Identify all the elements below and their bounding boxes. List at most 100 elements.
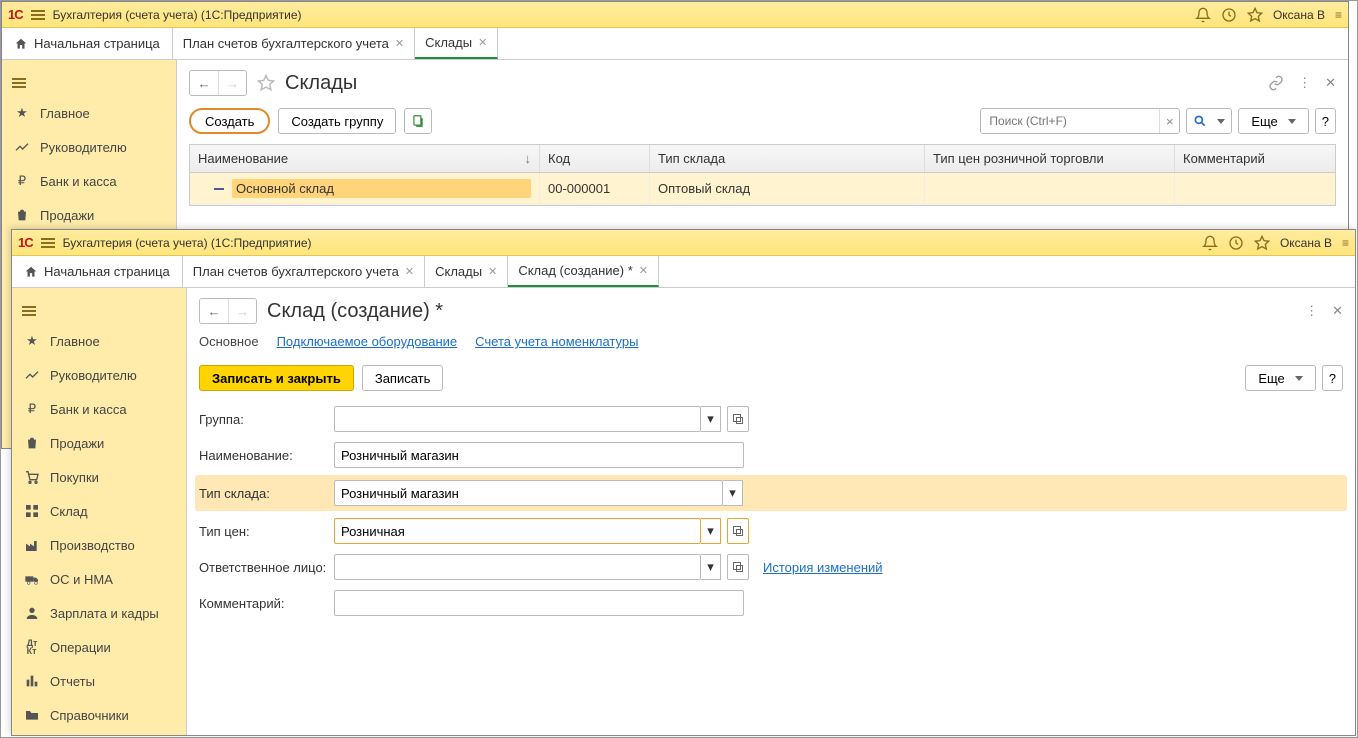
comment-field[interactable] bbox=[334, 590, 744, 616]
grid-header-price-type[interactable]: Тип цен розничной торговли bbox=[925, 145, 1175, 172]
open-icon[interactable] bbox=[727, 518, 749, 544]
sidebar-item-sales[interactable]: Продажи bbox=[2, 198, 176, 232]
create-button[interactable]: Создать bbox=[189, 108, 270, 134]
kebab-icon[interactable]: ⋮ bbox=[1305, 303, 1318, 319]
sidebar-item-salary[interactable]: Зарплата и кадры bbox=[12, 596, 186, 630]
tab-warehouses[interactable]: Склады ✕ bbox=[415, 28, 498, 59]
link-icon[interactable] bbox=[1268, 75, 1284, 91]
search-input-wrap: × bbox=[980, 108, 1180, 134]
tab-chart-of-accounts[interactable]: План счетов бухгалтерского учета✕ bbox=[183, 256, 425, 287]
field-label: Группа: bbox=[199, 412, 334, 427]
sidebar-item-main[interactable]: ★Главное bbox=[12, 324, 186, 358]
ruble-icon: ₽ bbox=[14, 173, 30, 189]
grid-header-comment[interactable]: Комментарий bbox=[1175, 145, 1335, 172]
open-icon[interactable] bbox=[727, 406, 749, 432]
form: Группа: ▾ Наименование: Тип склада: bbox=[187, 401, 1355, 621]
close-icon[interactable]: ✕ bbox=[395, 37, 404, 50]
hamburger-icon[interactable] bbox=[41, 238, 55, 248]
sidebar-item-bank[interactable]: ₽Банк и касса bbox=[2, 164, 176, 198]
close-icon[interactable]: ✕ bbox=[639, 264, 648, 277]
forward-button[interactable]: → bbox=[218, 71, 246, 95]
group-field[interactable] bbox=[334, 406, 701, 432]
hamburger-icon[interactable] bbox=[31, 10, 45, 20]
history-icon[interactable] bbox=[1221, 7, 1237, 23]
grid-header-code[interactable]: Код bbox=[540, 145, 650, 172]
more-button[interactable]: Еще bbox=[1245, 365, 1315, 391]
sidebar: ★Главное Руководителю ₽Банк и касса Прод… bbox=[12, 288, 187, 735]
menu-bars-icon[interactable]: ≡ bbox=[1342, 236, 1349, 250]
dropdown-icon[interactable]: ▾ bbox=[701, 554, 721, 580]
create-group-button[interactable]: Создать группу bbox=[278, 108, 396, 134]
grid-row[interactable]: Основной склад 00-000001 Оптовый склад bbox=[190, 173, 1335, 205]
close-icon[interactable]: ✕ bbox=[478, 36, 487, 49]
responsible-field[interactable] bbox=[334, 554, 701, 580]
close-icon[interactable]: ✕ bbox=[488, 265, 497, 278]
tab-warehouse-create[interactable]: Склад (создание) *✕ bbox=[508, 256, 659, 287]
sidebar-item-operations[interactable]: ДтКтОперации bbox=[12, 630, 186, 664]
forward-button[interactable]: → bbox=[228, 299, 256, 323]
refresh-button[interactable] bbox=[404, 108, 432, 134]
sidebar-item-purchases[interactable]: Покупки bbox=[12, 460, 186, 494]
star-icon[interactable] bbox=[1254, 235, 1270, 251]
back-button[interactable]: ← bbox=[200, 299, 228, 323]
close-icon[interactable]: ✕ bbox=[1332, 303, 1343, 319]
dropdown-icon[interactable]: ▾ bbox=[701, 406, 721, 432]
dropdown-icon[interactable]: ▾ bbox=[701, 518, 721, 544]
grid-header-type[interactable]: Тип склада bbox=[650, 145, 925, 172]
truck-icon bbox=[24, 571, 40, 587]
user-name[interactable]: Оксана В bbox=[1280, 236, 1332, 250]
sidebar-item-bank[interactable]: ₽Банк и касса bbox=[12, 392, 186, 426]
close-icon[interactable]: ✕ bbox=[405, 265, 414, 278]
favorite-star-icon[interactable] bbox=[257, 74, 275, 92]
clear-search-icon[interactable]: × bbox=[1159, 109, 1179, 133]
save-close-button[interactable]: Записать и закрыть bbox=[199, 365, 354, 391]
sub-tab-equipment[interactable]: Подключаемое оборудование bbox=[277, 334, 458, 349]
more-button[interactable]: Еще bbox=[1238, 108, 1308, 134]
dropdown-icon[interactable]: ▾ bbox=[723, 480, 743, 506]
help-button[interactable]: ? bbox=[1322, 365, 1343, 391]
help-button[interactable]: ? bbox=[1315, 108, 1336, 134]
history-icon[interactable] bbox=[1228, 235, 1244, 251]
sidebar-item-dictionaries[interactable]: Справочники bbox=[12, 698, 186, 732]
tab-home[interactable]: Начальная страница bbox=[2, 28, 173, 59]
sub-tab-accounts[interactable]: Счета учета номенклатуры bbox=[475, 334, 638, 349]
save-button[interactable]: Записать bbox=[362, 365, 444, 391]
sidebar-item-manager[interactable]: Руководителю bbox=[12, 358, 186, 392]
name-field[interactable] bbox=[334, 442, 744, 468]
price-type-field[interactable] bbox=[334, 518, 701, 544]
sidebar-item-label: Продажи bbox=[50, 436, 104, 451]
sidebar-item-main[interactable]: ★Главное bbox=[2, 96, 176, 130]
search-input[interactable] bbox=[981, 114, 1159, 128]
collapse-icon[interactable] bbox=[214, 188, 224, 190]
sidebar-item-manager[interactable]: Руководителю bbox=[2, 130, 176, 164]
sub-tab-main[interactable]: Основное bbox=[199, 334, 259, 349]
kebab-icon[interactable]: ⋮ bbox=[1298, 75, 1311, 91]
sidebar-item-warehouse[interactable]: Склад bbox=[12, 494, 186, 528]
tab-warehouses[interactable]: Склады✕ bbox=[425, 256, 508, 287]
sidebar-hamburger[interactable] bbox=[2, 60, 176, 96]
menu-bars-icon[interactable]: ≡ bbox=[1335, 8, 1342, 22]
home-icon bbox=[14, 37, 28, 51]
header-label: Тип склада bbox=[658, 151, 725, 166]
user-name[interactable]: Оксана В bbox=[1273, 8, 1325, 22]
sidebar-item-assets[interactable]: ОС и НМА bbox=[12, 562, 186, 596]
back-button[interactable]: ← bbox=[190, 71, 218, 95]
grid-cell-code: 00-000001 bbox=[540, 173, 650, 204]
bell-icon[interactable] bbox=[1195, 7, 1211, 23]
type-field[interactable] bbox=[334, 480, 723, 506]
close-icon[interactable]: ✕ bbox=[1325, 75, 1336, 91]
tab-home[interactable]: Начальная страница bbox=[12, 256, 183, 287]
grid-header-name[interactable]: Наименование↓ bbox=[190, 145, 540, 172]
sidebar-item-production[interactable]: Производство bbox=[12, 528, 186, 562]
field-label: Наименование: bbox=[199, 448, 334, 463]
app-title: Бухгалтерия (счета учета) (1С:Предприяти… bbox=[53, 8, 302, 22]
history-link[interactable]: История изменений bbox=[763, 560, 883, 575]
tab-chart-of-accounts[interactable]: План счетов бухгалтерского учета ✕ bbox=[173, 28, 415, 59]
star-icon[interactable] bbox=[1247, 7, 1263, 23]
bell-icon[interactable] bbox=[1202, 235, 1218, 251]
sidebar-item-sales[interactable]: Продажи bbox=[12, 426, 186, 460]
sidebar-hamburger[interactable] bbox=[12, 288, 186, 324]
sidebar-item-reports[interactable]: Отчеты bbox=[12, 664, 186, 698]
open-icon[interactable] bbox=[727, 554, 749, 580]
search-menu-button[interactable] bbox=[1186, 108, 1232, 134]
